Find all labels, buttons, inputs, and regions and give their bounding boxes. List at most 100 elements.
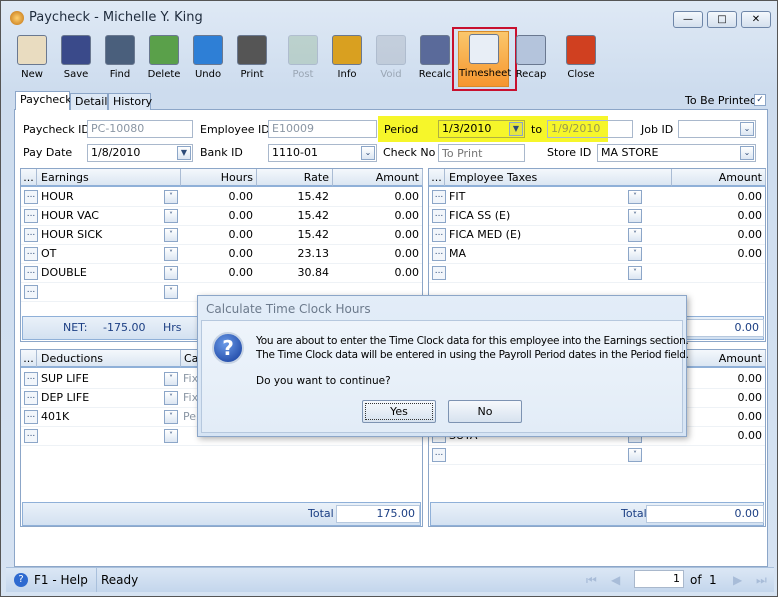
help-label[interactable]: F1 - Help bbox=[34, 568, 88, 592]
next-page-icon[interactable]: ▶ bbox=[733, 568, 742, 592]
row-menu-button[interactable]: ... bbox=[24, 228, 38, 242]
earnings-row[interactable]: ... OT ˅ 0.00 23.13 0.00 bbox=[21, 245, 422, 264]
employer-tax-row[interactable]: ... ˅ bbox=[429, 446, 765, 465]
row-menu-button[interactable]: ... bbox=[24, 247, 38, 261]
first-page-icon[interactable]: ⏮ bbox=[586, 568, 597, 592]
toolbar-close-button[interactable]: Close bbox=[559, 33, 603, 89]
chevron-down-icon[interactable]: ˅ bbox=[628, 190, 642, 204]
row-menu-button[interactable]: ... bbox=[432, 247, 446, 261]
column-header[interactable]: ... Employee Taxes bbox=[429, 169, 672, 187]
column-header-label: Employee Taxes bbox=[449, 171, 538, 184]
page-number-input[interactable]: 1 bbox=[634, 570, 684, 588]
column-header[interactable]: ... Deductions bbox=[21, 350, 181, 368]
chevron-down-icon[interactable]: ▼ bbox=[177, 146, 191, 160]
job-id-dropdown[interactable]: ⌄ bbox=[678, 120, 756, 138]
chevron-down-icon[interactable]: ⌄ bbox=[740, 122, 754, 136]
row-menu-button[interactable]: ... bbox=[24, 429, 38, 443]
row-menu-button[interactable]: ... bbox=[24, 372, 38, 386]
employee-tax-row[interactable]: ... ˅ bbox=[429, 264, 765, 283]
toolbar-timesheet-button[interactable]: Timesheet bbox=[458, 31, 511, 87]
chevron-down-icon[interactable]: ˅ bbox=[164, 266, 178, 280]
employee-tax-row[interactable]: ... FICA SS (E) ˅ 0.00 bbox=[429, 207, 765, 226]
toolbar-new-button[interactable]: New bbox=[10, 33, 54, 89]
last-page-icon[interactable]: ⏭ bbox=[756, 568, 767, 592]
chevron-down-icon[interactable]: ⌄ bbox=[740, 146, 754, 160]
row-menu-button[interactable]: ... bbox=[24, 209, 38, 223]
row-menu-button[interactable]: ... bbox=[24, 410, 38, 424]
toolbar-undo-button[interactable]: Undo bbox=[186, 33, 230, 89]
close-window-button[interactable]: ✕ bbox=[741, 11, 771, 28]
tab-paycheck[interactable]: Paycheck bbox=[15, 91, 72, 110]
column-header[interactable]: ... Earnings bbox=[21, 169, 181, 187]
app-logo-icon bbox=[10, 11, 24, 25]
help-icon[interactable]: ? bbox=[14, 573, 28, 587]
period-to-field[interactable]: 1/9/2010 bbox=[547, 120, 633, 138]
paycheck-window: Paycheck - Michelle Y. King — □ ✕ To Be … bbox=[0, 0, 778, 597]
column-header[interactable]: Amount bbox=[333, 169, 423, 187]
minimize-button[interactable]: — bbox=[673, 11, 703, 28]
toolbar-post-button: Post bbox=[281, 33, 325, 89]
chevron-down-icon[interactable]: ˅ bbox=[628, 228, 642, 242]
earnings-row[interactable]: ... HOUR VAC ˅ 0.00 15.42 0.00 bbox=[21, 207, 422, 226]
chevron-down-icon[interactable]: ˅ bbox=[628, 209, 642, 223]
row-menu-button[interactable]: ... bbox=[432, 266, 446, 280]
period-from-field[interactable]: 1/3/2010 ▼ bbox=[438, 120, 525, 138]
toolbar-find-button[interactable]: Find bbox=[98, 33, 142, 89]
chevron-down-icon[interactable]: ⌄ bbox=[361, 146, 375, 160]
row-menu-button[interactable]: ... bbox=[432, 190, 446, 204]
pay-date-field[interactable]: 1/8/2010 ▼ bbox=[87, 144, 193, 162]
total-label: Total bbox=[621, 507, 647, 520]
row-menu-button[interactable]: ... bbox=[24, 285, 38, 299]
toolbar-recap-button[interactable]: Recap bbox=[509, 33, 553, 89]
row-menu-button[interactable]: ... bbox=[24, 266, 38, 280]
row-menu-button[interactable]: ... bbox=[24, 391, 38, 405]
paycheck-id-field[interactable]: PC-10080 bbox=[87, 120, 193, 138]
restore-button[interactable]: □ bbox=[707, 11, 737, 28]
to-be-printed-checkbox[interactable]: ✓ bbox=[754, 94, 766, 106]
store-id-dropdown[interactable]: MA STORE ⌄ bbox=[597, 144, 756, 162]
chevron-down-icon[interactable]: ˅ bbox=[164, 410, 178, 424]
earnings-row[interactable]: ... DOUBLE ˅ 0.00 30.84 0.00 bbox=[21, 264, 422, 283]
chevron-down-icon[interactable]: ˅ bbox=[628, 266, 642, 280]
employee-tax-row[interactable]: ... MA ˅ 0.00 bbox=[429, 245, 765, 264]
chevron-down-icon[interactable]: ˅ bbox=[164, 209, 178, 223]
earnings-row[interactable]: ... HOUR SICK ˅ 0.00 15.42 0.00 bbox=[21, 226, 422, 245]
prev-page-icon[interactable]: ◀ bbox=[611, 568, 620, 592]
toolbar-recalc-button[interactable]: Recalc bbox=[413, 33, 457, 89]
chevron-down-icon[interactable]: ˅ bbox=[164, 247, 178, 261]
check-no-input[interactable] bbox=[438, 144, 525, 162]
chevron-down-icon[interactable]: ˅ bbox=[164, 429, 178, 443]
status-bar: ? F1 - Help Ready ⏮ ◀ 1 of 1 ▶ ⏭ bbox=[6, 567, 774, 592]
toolbar-info-button[interactable]: Info bbox=[325, 33, 369, 89]
tab-detail[interactable]: Detail bbox=[70, 93, 108, 110]
chevron-down-icon[interactable]: ▼ bbox=[509, 122, 523, 136]
column-chooser-button[interactable]: ... bbox=[21, 350, 37, 367]
no-button[interactable]: No bbox=[448, 400, 522, 423]
chevron-down-icon[interactable]: ˅ bbox=[628, 448, 642, 462]
chevron-down-icon[interactable]: ˅ bbox=[628, 247, 642, 261]
chevron-down-icon[interactable]: ˅ bbox=[164, 228, 178, 242]
yes-button[interactable]: Yes bbox=[362, 400, 436, 423]
employee-tax-row[interactable]: ... FIT ˅ 0.00 bbox=[429, 188, 765, 207]
tab-history[interactable]: History bbox=[108, 93, 152, 110]
column-chooser-button[interactable]: ... bbox=[21, 169, 37, 186]
chevron-down-icon[interactable]: ˅ bbox=[164, 285, 178, 299]
employee-tax-row[interactable]: ... FICA MED (E) ˅ 0.00 bbox=[429, 226, 765, 245]
bank-id-dropdown[interactable]: 1110-01 ⌄ bbox=[268, 144, 377, 162]
employee-id-field[interactable]: E10009 bbox=[268, 120, 377, 138]
row-menu-button[interactable]: ... bbox=[432, 209, 446, 223]
row-menu-button[interactable]: ... bbox=[432, 228, 446, 242]
column-header[interactable]: Amount bbox=[672, 169, 766, 187]
row-menu-button[interactable]: ... bbox=[24, 190, 38, 204]
chevron-down-icon[interactable]: ˅ bbox=[164, 190, 178, 204]
column-chooser-button[interactable]: ... bbox=[429, 169, 445, 186]
toolbar-print-button[interactable]: Print bbox=[230, 33, 274, 89]
chevron-down-icon[interactable]: ˅ bbox=[164, 372, 178, 386]
column-header[interactable]: Hours bbox=[181, 169, 257, 187]
column-header[interactable]: Rate bbox=[257, 169, 333, 187]
toolbar-delete-button[interactable]: Delete bbox=[142, 33, 186, 89]
chevron-down-icon[interactable]: ˅ bbox=[164, 391, 178, 405]
toolbar-save-button[interactable]: Save bbox=[54, 33, 98, 89]
row-menu-button[interactable]: ... bbox=[432, 448, 446, 462]
earnings-row[interactable]: ... HOUR ˅ 0.00 15.42 0.00 bbox=[21, 188, 422, 207]
